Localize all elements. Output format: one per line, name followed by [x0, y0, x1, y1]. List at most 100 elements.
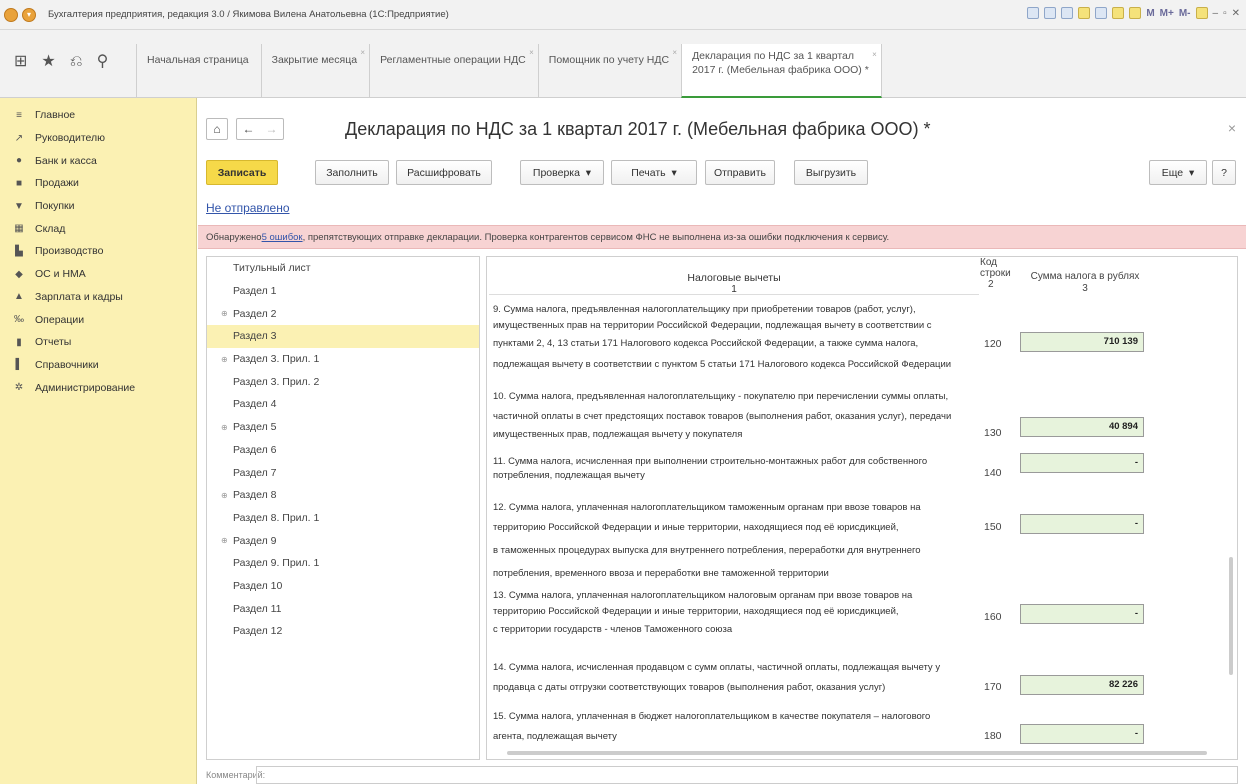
apps-grid-icon[interactable]: ⊞ — [14, 54, 27, 70]
history-icon[interactable]: ⎌ — [70, 54, 83, 70]
sidebar-item-label: Склад — [35, 222, 66, 235]
save-button[interactable]: Записать — [206, 160, 278, 185]
maximize-icon[interactable]: ▫ — [1223, 8, 1227, 19]
calendar-icon[interactable] — [1112, 7, 1125, 19]
column-title: строки — [980, 268, 1011, 279]
list-item[interactable]: Раздел 10 — [207, 575, 479, 598]
expand-icon[interactable]: ⊕ — [221, 309, 228, 318]
close-icon[interactable]: × — [672, 48, 677, 57]
sidebar-item-operations[interactable]: ‰ Операции — [0, 308, 196, 331]
memory-plus-button[interactable]: M+ — [1160, 8, 1174, 19]
preview-icon[interactable] — [1061, 7, 1074, 19]
home-icon[interactable]: ⌂ — [206, 118, 228, 140]
list-item[interactable]: Раздел 3. Прил. 2 — [207, 370, 479, 393]
list-item[interactable]: ⊕ Раздел 2 — [207, 302, 479, 325]
row-text: потребления, временного ввоза и перерабо… — [493, 568, 829, 579]
sidebar-item-bank[interactable]: ● Банк и касса — [0, 149, 196, 172]
comment-field[interactable] — [256, 766, 1238, 784]
save-icon[interactable] — [1027, 7, 1040, 19]
minimize-icon[interactable]: ‒ — [1213, 8, 1219, 19]
help-button[interactable]: ? — [1212, 160, 1236, 185]
list-item[interactable]: Раздел 6 — [207, 439, 479, 462]
memory-minus-button[interactable]: M- — [1179, 8, 1191, 19]
sum-field[interactable]: 710 139 — [1020, 332, 1144, 352]
info-icon[interactable] — [1195, 7, 1208, 19]
list-item[interactable]: Раздел 3 — [207, 325, 479, 348]
expand-icon[interactable]: ⊕ — [221, 536, 228, 545]
tab-home[interactable]: Начальная страница — [136, 44, 261, 98]
section-label: Раздел 3. Прил. 2 — [233, 375, 320, 388]
close-icon[interactable]: × — [872, 48, 877, 62]
sidebar-item-warehouse[interactable]: ▦ Склад — [0, 217, 196, 240]
warehouse-icon: ▦ — [14, 223, 24, 235]
list-item[interactable]: ⊕ Раздел 8 — [207, 484, 479, 507]
favorites-icon[interactable] — [1078, 7, 1091, 19]
sum-field[interactable]: 82 226 — [1020, 675, 1144, 695]
more-button[interactable]: Еще ▾ — [1149, 160, 1207, 185]
expand-icon[interactable]: ⊕ — [221, 423, 228, 432]
list-item[interactable]: ⊕ Раздел 3. Прил. 1 — [207, 348, 479, 371]
search-icon[interactable]: ⚲ — [97, 54, 109, 70]
list-item[interactable]: ⊕ Раздел 5 — [207, 416, 479, 439]
list-item[interactable]: Раздел 8. Прил. 1 — [207, 507, 479, 530]
declaration-form: ⌂ ← → Декларация по НДС за 1 квартал 201… — [198, 98, 1246, 784]
tab-vat-operations[interactable]: Регламентные операции НДС × — [369, 44, 538, 98]
close-icon[interactable]: × — [529, 48, 534, 57]
sidebar-item-manager[interactable]: ↗ Руководителю — [0, 127, 196, 150]
sidebar-item-sales[interactable]: ■ Продажи — [0, 172, 196, 195]
list-item[interactable]: Раздел 4 — [207, 393, 479, 416]
memory-button[interactable]: M — [1146, 8, 1154, 19]
check-button[interactable]: Проверка ▾ — [520, 160, 604, 185]
print-icon[interactable] — [1044, 7, 1057, 19]
list-item[interactable]: Раздел 1 — [207, 280, 479, 303]
column-title: Сумма налога в рублях — [1030, 271, 1140, 282]
sum-field[interactable]: - — [1020, 514, 1144, 534]
decode-button[interactable]: Расшифровать — [396, 160, 492, 185]
sidebar-item-assets[interactable]: ◆ ОС и НМА — [0, 263, 196, 286]
sum-field[interactable]: 40 894 — [1020, 417, 1144, 437]
sidebar-item-reports[interactable]: ▮ Отчеты — [0, 331, 196, 354]
link-icon[interactable] — [1095, 7, 1108, 19]
vertical-scrollbar[interactable] — [1229, 557, 1233, 675]
main-menu-icon[interactable]: ▾ — [22, 7, 36, 22]
horizontal-scrollbar[interactable] — [507, 751, 1207, 755]
send-status-link[interactable]: Не отправлено — [206, 201, 290, 215]
list-item[interactable]: ⊕ Раздел 9 — [207, 529, 479, 552]
sum-field[interactable]: - — [1020, 724, 1144, 744]
sidebar-item-administration[interactable]: ✲ Администрирование — [0, 376, 196, 399]
tab-month-close[interactable]: Закрытие месяца × — [260, 44, 369, 98]
section-label: Раздел 6 — [233, 443, 277, 456]
table-row: 14. Сумма налога, исчисленная продавцом … — [493, 658, 973, 698]
expand-icon[interactable]: ⊕ — [221, 355, 228, 364]
list-item[interactable]: Раздел 9. Прил. 1 — [207, 552, 479, 575]
list-item[interactable]: Титульный лист — [207, 257, 479, 280]
tab-vat-declaration[interactable]: Декларация по НДС за 1 квартал 2017 г. (… — [681, 44, 882, 98]
fill-button[interactable]: Заполнить — [315, 160, 389, 185]
star-icon[interactable]: ★ — [41, 54, 55, 70]
expand-icon[interactable]: ⊕ — [221, 491, 228, 500]
sidebar-item-main[interactable]: ≡ Главное — [0, 104, 196, 127]
sidebar-item-production[interactable]: ▙ Производство — [0, 240, 196, 263]
column-header-sum: Сумма налога в рублях 3 — [1015, 271, 1155, 294]
print-button[interactable]: Печать ▾ — [611, 160, 697, 185]
sum-field[interactable]: - — [1020, 453, 1144, 473]
export-button[interactable]: Выгрузить — [794, 160, 868, 185]
errors-link[interactable]: 5 ошибок — [262, 232, 303, 243]
sidebar-item-directories[interactable]: ▌ Справочники — [0, 354, 196, 377]
close-icon[interactable]: × — [1228, 120, 1236, 136]
sidebar-item-purchases[interactable]: ▼ Покупки — [0, 195, 196, 218]
row-text: 12. Сумма налога, уплаченная налогоплате… — [493, 502, 921, 513]
send-button[interactable]: Отправить — [705, 160, 775, 185]
sum-field[interactable]: - — [1020, 604, 1144, 624]
close-window-icon[interactable]: ✕ — [1232, 8, 1240, 19]
row-text: 13. Сумма налога, уплаченная налогоплате… — [493, 590, 913, 601]
list-item[interactable]: Раздел 12 — [207, 620, 479, 643]
close-icon[interactable]: × — [360, 48, 365, 57]
list-item[interactable]: Раздел 7 — [207, 461, 479, 484]
calculator-icon[interactable] — [1129, 7, 1142, 19]
tab-vat-assistant[interactable]: Помощник по учету НДС × — [537, 44, 681, 98]
list-item[interactable]: Раздел 11 — [207, 597, 479, 620]
back-icon[interactable]: ← — [243, 122, 255, 136]
sidebar-item-payroll[interactable]: ▲ Зарплата и кадры — [0, 286, 196, 309]
forward-icon[interactable]: → — [266, 122, 278, 136]
